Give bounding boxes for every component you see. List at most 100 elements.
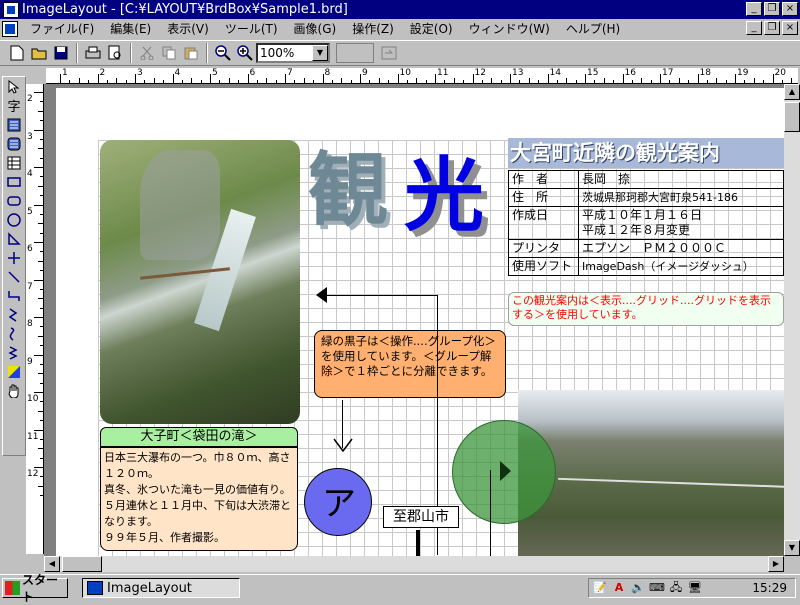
arrow-down-icon — [333, 438, 353, 453]
network-icon[interactable]: 🖧 — [668, 581, 684, 595]
vertical-text-icon[interactable] — [3, 134, 25, 153]
close-button[interactable]: × — [782, 2, 798, 16]
table-row: 使用ソフト ImageDash（イメージダッシュ） — [508, 257, 784, 276]
waterfall-photo[interactable] — [100, 140, 300, 424]
elbow-line-tool-icon[interactable] — [3, 286, 25, 305]
ruler-tick — [472, 74, 474, 83]
text-tool-icon[interactable]: 字 — [3, 96, 25, 115]
monitor-icon[interactable]: 🖥 — [687, 581, 703, 595]
minimize-button[interactable]: _ — [746, 2, 762, 16]
ruler-label: 10 — [399, 68, 411, 78]
keyboard-icon[interactable]: ⌨ — [649, 581, 665, 595]
restore-button[interactable]: ❐ — [764, 2, 780, 16]
ime-icon[interactable]: A — [611, 581, 627, 595]
zoom-select[interactable]: 100% ▼ — [256, 43, 330, 63]
ruler-label: 3 — [27, 131, 33, 142]
scroll-up-button[interactable]: ▲ — [784, 84, 800, 100]
doc-minimize-button[interactable]: _ — [746, 21, 762, 35]
menu-window[interactable]: ウィンドウ(W) — [461, 20, 558, 37]
info-title[interactable]: 大宮町近隣の観光案内 — [508, 138, 784, 168]
heading-kou[interactable]: 光 — [404, 155, 484, 235]
ruler-label: 13 — [512, 68, 524, 78]
hand-tool-icon[interactable] — [3, 381, 25, 400]
line-tool-icon[interactable] — [3, 267, 25, 286]
apply-icon[interactable] — [378, 42, 400, 64]
curve-tool-icon[interactable] — [3, 324, 25, 343]
ruler-tick — [34, 429, 43, 431]
doc-restore-button[interactable]: ❐ — [764, 21, 780, 35]
rectangle-tool-icon[interactable] — [3, 172, 25, 191]
toolbar-blank-field[interactable] — [336, 43, 374, 63]
photo-description[interactable]: 日本三大瀑布の一つ。巾８０ｍ、高さ１２０ｍ。 真冬、氷ついた滝も一見の価値有り。… — [100, 447, 298, 551]
menu-file[interactable]: ファイル(F) — [22, 20, 102, 37]
ruler-tick — [285, 74, 286, 83]
notepad-icon[interactable]: 📝 — [592, 581, 608, 595]
color-tool-icon[interactable] — [3, 362, 25, 381]
circle-tool-icon[interactable] — [3, 210, 25, 229]
ruler-label: 8 — [324, 68, 331, 78]
photo-cliff — [140, 150, 220, 260]
taskbar-app-button[interactable]: ImageLayout — [82, 578, 240, 598]
horizontal-text-icon[interactable] — [3, 115, 25, 134]
grid-note[interactable]: この観光案内は＜表示....グリッド....グリッドを表示する＞を使用しています… — [508, 292, 784, 326]
title-bar[interactable]: ImageLayout - [C:¥LAYOUT¥BrdBox¥Sample1.… — [0, 0, 800, 19]
paste-icon[interactable] — [180, 42, 202, 64]
scroll-thumb-vertical[interactable] — [784, 102, 800, 132]
ruler-tick — [322, 74, 324, 83]
volume-icon[interactable]: 🔊 — [630, 581, 646, 595]
direction-sign[interactable]: 至郡山市 — [383, 506, 459, 528]
open-icon[interactable] — [28, 42, 50, 64]
document-icon[interactable] — [2, 20, 18, 37]
vertical-ruler: 2 3 4 5 6 7 8 9 10 11 12 — [26, 84, 44, 554]
ruler-tick — [34, 204, 43, 206]
menu-tools[interactable]: ツール(T) — [217, 20, 286, 37]
scroll-down-button[interactable]: ▼ — [784, 540, 800, 556]
save-icon[interactable] — [50, 42, 72, 64]
valley-photo[interactable] — [518, 390, 784, 560]
arrow-tool-icon[interactable] — [3, 77, 25, 96]
ruler-tick — [210, 74, 211, 83]
arrow-left-icon — [316, 287, 327, 303]
group-note-bubble[interactable]: 緑の黒子は＜操作....グループ化＞を使用しています。＜グループ解除＞で１枠ごと… — [314, 330, 506, 398]
copy-icon[interactable] — [158, 42, 180, 64]
info-table[interactable]: 作 者 長岡 捺 住 所 茨城県那珂郡大宮町泉541-186 作成日 平成１０年… — [508, 170, 784, 276]
cut-icon[interactable] — [136, 42, 158, 64]
menu-help[interactable]: ヘルプ(H) — [558, 20, 628, 37]
app-icon[interactable] — [3, 1, 19, 18]
menu-view[interactable]: 表示(V) — [159, 20, 217, 37]
photo-suspension-bridge — [558, 477, 784, 489]
horizontal-scrollbar[interactable]: ◀ ▶ — [44, 556, 784, 572]
ruler-label: 16 — [624, 68, 636, 78]
start-button[interactable]: スタート — [2, 573, 68, 604]
app-window: ImageLayout - [C:¥LAYOUT¥BrdBox¥Sample1.… — [0, 0, 800, 574]
new-icon[interactable] — [6, 42, 28, 64]
scroll-left-button[interactable]: ◀ — [44, 556, 60, 572]
chevron-down-icon[interactable]: ▼ — [312, 45, 328, 61]
menu-image[interactable]: 画像(G) — [286, 20, 345, 37]
menu-settings[interactable]: 設定(O) — [402, 20, 461, 37]
ruler-tick — [435, 74, 436, 83]
zigzag-tool-icon[interactable] — [3, 305, 25, 324]
print-icon[interactable] — [82, 42, 104, 64]
menu-bar: ファイル(F) 編集(E) 表示(V) ツール(T) 画像(G) 操作(Z) 設… — [0, 19, 800, 38]
doc-close-button[interactable]: × — [782, 21, 798, 35]
sign-post — [416, 530, 420, 556]
ruler-tick — [97, 74, 99, 83]
table-tool-icon[interactable] — [3, 153, 25, 172]
menu-operation[interactable]: 操作(Z) — [344, 20, 402, 37]
menu-edit[interactable]: 編集(E) — [102, 20, 159, 37]
ruler-label: 4 — [27, 169, 33, 179]
vertical-scrollbar[interactable]: ▲ ▼ — [784, 84, 800, 556]
cross-line-tool-icon[interactable] — [3, 248, 25, 267]
heading-kan[interactable]: 観 — [308, 150, 388, 230]
scroll-thumb-horizontal[interactable] — [62, 556, 102, 572]
scroll-right-button[interactable]: ▶ — [768, 556, 784, 572]
photo-caption[interactable]: 大子町＜袋田の滝＞ — [100, 427, 298, 447]
zoom-out-icon[interactable] — [212, 42, 234, 64]
ruler-label: 12 — [474, 68, 486, 78]
zoom-in-icon[interactable] — [234, 42, 256, 64]
spring-tool-icon[interactable] — [3, 343, 25, 362]
print-preview-icon[interactable] — [104, 42, 126, 64]
triangle-tool-icon[interactable] — [3, 229, 25, 248]
rounded-rectangle-tool-icon[interactable] — [3, 191, 25, 210]
